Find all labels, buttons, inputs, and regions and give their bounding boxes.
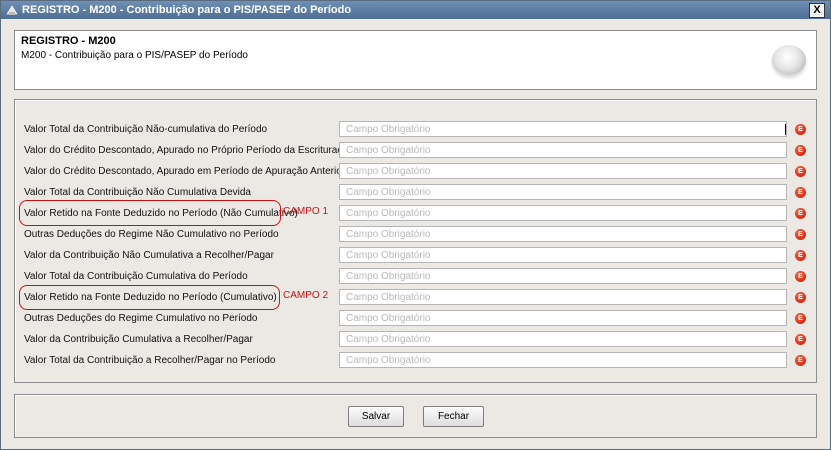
required-error-icon: E (795, 271, 806, 282)
field-row: Valor Total da Contribuição Cumulativa d… (15, 268, 816, 286)
credit-current-period-input[interactable] (339, 142, 787, 158)
field-row: Valor do Crédito Descontado, Apurado no … (15, 142, 816, 160)
required-error-icon: E (795, 313, 806, 324)
required-error-icon: E (795, 208, 806, 219)
field-row: Valor do Crédito Descontado, Apurado em … (15, 163, 816, 181)
field-label: Outras Deduções do Regime Cumulativo no … (24, 313, 258, 324)
total-to-pay-input[interactable] (339, 352, 787, 368)
field-label: Valor Total da Contribuição a Recolher/P… (24, 355, 276, 366)
field-row: Valor Total da Contribuição Não-cumulati… (15, 121, 816, 139)
required-error-icon: E (795, 292, 806, 303)
annotation-highlight-campo-2 (19, 285, 280, 310)
credit-previous-period-input[interactable] (339, 163, 787, 179)
other-deductions-cumulative-input[interactable] (339, 310, 787, 326)
required-error-icon: E (795, 250, 806, 261)
annotation-highlight-campo-1 (19, 200, 281, 226)
withheld-nc-input[interactable] (339, 205, 787, 221)
annotation-label-campo-1: CAMPO 1 (283, 206, 329, 217)
record-subtitle: M200 - Contribuição para o PIS/PASEP do … (21, 50, 248, 61)
field-row: Valor Total da Contribuição a Recolher/P… (15, 352, 816, 370)
field-label: Valor do Crédito Descontado, Apurado no … (24, 145, 354, 156)
field-label: Outras Deduções do Regime Não Cumulativo… (24, 229, 279, 240)
required-error-icon: E (795, 334, 806, 345)
required-error-icon: E (795, 166, 806, 177)
field-label: Valor Total da Contribuição Não-cumulati… (24, 124, 268, 135)
field-row: Valor da Contribuição Não Cumulativa a R… (15, 247, 816, 265)
header-panel: REGISTRO - M200 M200 - Contribuição para… (14, 30, 817, 90)
record-title: REGISTRO - M200 (21, 35, 116, 47)
text-cursor (785, 124, 786, 135)
dialog-window: REGISTRO - M200 - Contribuição para o PI… (0, 0, 831, 450)
app-icon (6, 4, 18, 16)
field-label: Valor Total da Contribuição Cumulativa d… (24, 271, 248, 282)
field-row: Outras Deduções do Regime Cumulativo no … (15, 310, 816, 328)
required-error-icon: E (795, 145, 806, 156)
withheld-cumulative-input[interactable] (339, 289, 787, 305)
field-label: Valor Total da Contribuição Não Cumulati… (24, 187, 251, 198)
field-label: Valor da Contribuição Não Cumulativa a R… (24, 250, 274, 261)
annotation-label-campo-2: CAMPO 2 (283, 290, 329, 301)
title-bar[interactable]: REGISTRO - M200 - Contribuição para o PI… (1, 1, 830, 19)
window-title: REGISTRO - M200 - Contribuição para o PI… (22, 4, 352, 16)
field-label: Valor do Crédito Descontado, Apurado em … (24, 166, 346, 177)
required-error-icon: E (795, 124, 806, 135)
button-panel: Salvar Fechar (14, 394, 817, 438)
cumulative-to-pay-input[interactable] (339, 331, 787, 347)
nc-to-pay-input[interactable] (339, 247, 787, 263)
save-button[interactable]: Salvar (348, 406, 404, 427)
required-error-icon: E (795, 187, 806, 198)
nc-contribution-due-input[interactable] (339, 184, 787, 200)
cumulative-total-input[interactable] (339, 268, 787, 284)
close-button[interactable]: Fechar (423, 406, 484, 427)
close-icon[interactable]: X (809, 3, 825, 18)
field-label: Valor da Contribuição Cumulativa a Recol… (24, 334, 253, 345)
field-row: Outras Deduções do Regime Não Cumulativo… (15, 226, 816, 244)
required-error-icon: E (795, 229, 806, 240)
required-error-icon: E (795, 355, 806, 366)
field-row: Valor da Contribuição Cumulativa a Recol… (15, 331, 816, 349)
other-deductions-nc-input[interactable] (339, 226, 787, 242)
contribution-total-nc-input[interactable] (339, 121, 787, 137)
globe-logo-icon (772, 45, 806, 75)
form-panel: Valor Total da Contribuição Não-cumulati… (14, 99, 817, 383)
